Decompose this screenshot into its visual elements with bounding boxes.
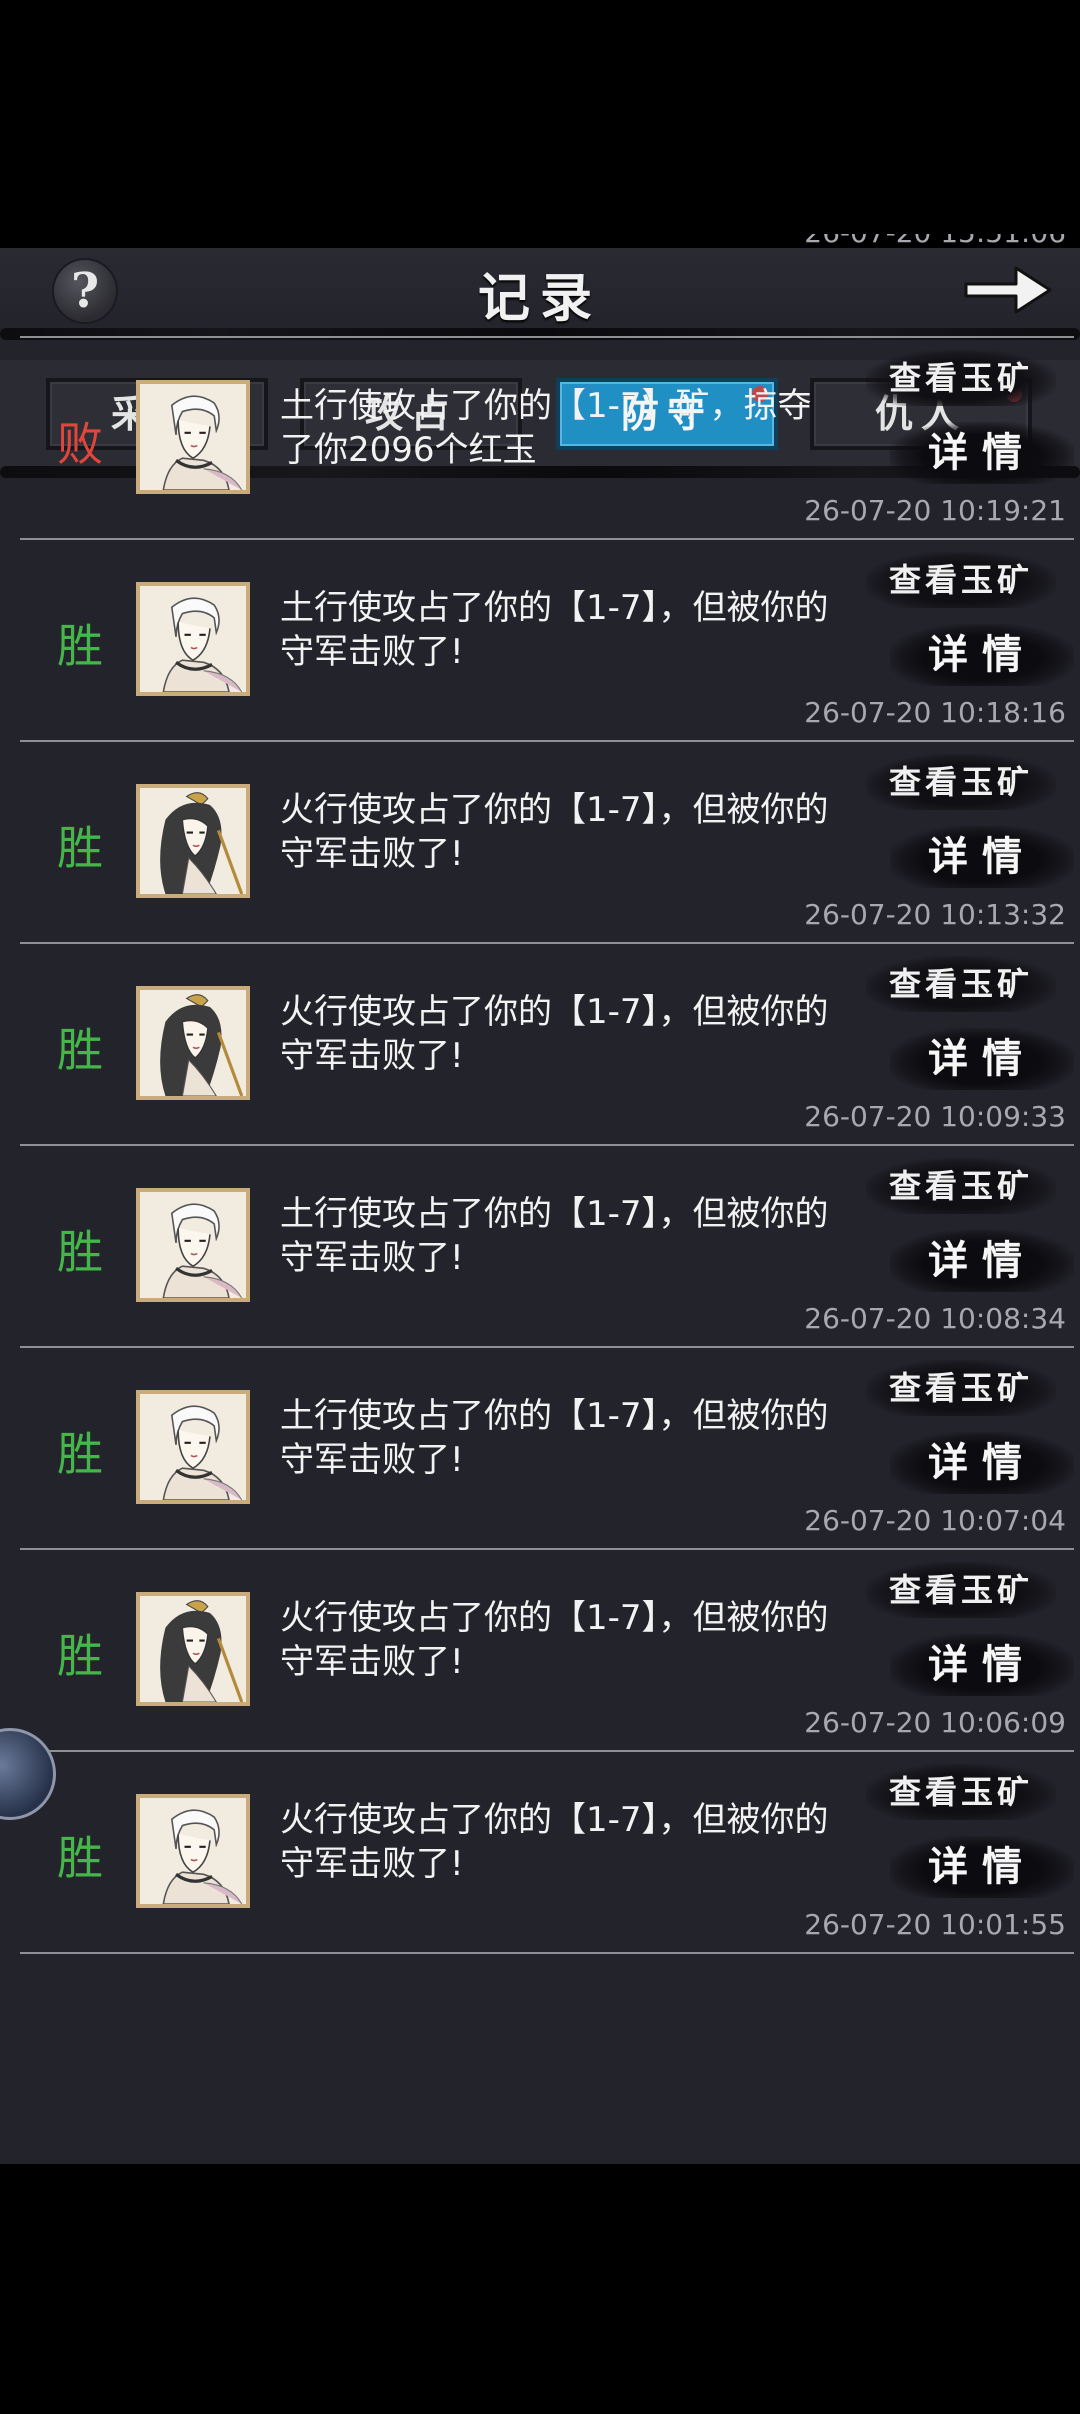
record-time: 26-07-20 10:07:04 [804,1504,1066,1537]
male-warrior-portrait-icon [140,1394,246,1500]
female-warrior-portrait-icon [140,1596,246,1702]
battle-result: 胜 [57,1427,103,1481]
record-message: 土行使攻占了你的【1-7】，但被你的守军击败了! [280,588,829,672]
view-mine-button[interactable]: 查看玉矿 [866,1562,1056,1618]
record-time: 26-07-20 10:18:16 [804,696,1066,729]
details-button[interactable]: 详情 [890,422,1074,484]
male-warrior-portrait-icon [140,1798,246,1904]
record-time: 26-07-20 15:51:06 [804,234,1066,249]
record-time: 26-07-20 10:01:55 [804,1908,1066,1941]
battle-result: 败 [57,417,103,471]
details-button[interactable]: 详情 [890,1432,1074,1494]
details-button[interactable]: 详情 [890,1230,1074,1292]
record-message: 土行使攻占了你的【1-7】，但被你的守军击败了! [280,1194,829,1278]
record-message: 土行使攻占了你的【1-7】矿，掠夺了你2096个红玉 [280,386,812,470]
record-time: 26-07-20 10:06:09 [804,1706,1066,1739]
attacker-avatar[interactable] [136,1592,250,1706]
view-mine-button[interactable]: 查看玉矿 [866,1158,1056,1214]
battle-result: 胜 [57,619,103,673]
details-button[interactable]: 详情 [890,1634,1074,1696]
record-time: 26-07-20 10:09:33 [804,1100,1066,1133]
record-message: 火行使攻占了你的【1-7】，但被你的守军击败了! [280,1598,829,1682]
record-message: 土行使攻占了你的【1-7】，但被你的守军击败了! [280,1396,829,1480]
view-mine-button[interactable]: 查看玉矿 [866,350,1056,406]
male-warrior-portrait-icon [140,1192,246,1298]
male-warrior-portrait-icon [140,586,246,692]
record-row: 胜 火行使攻占了你的【1-7】，但被你的守军击败了! 查看玉矿详情 26-07-20 … [20,944,1074,1144]
battle-result: 胜 [57,1831,103,1885]
male-warrior-portrait-icon [140,384,246,490]
record-time: 26-07-20 10:13:32 [804,898,1066,931]
battle-result: 胜 [57,1629,103,1683]
battle-result: 胜 [57,1225,103,1279]
page-title: 记录 [477,268,602,329]
view-mine-button[interactable]: 查看玉矿 [866,1360,1056,1416]
details-button[interactable]: 详情 [890,1028,1074,1090]
battle-result: 胜 [57,821,103,875]
view-mine-button[interactable]: 查看玉矿 [866,552,1056,608]
record-row: 胜 火行使攻占了你的【1-7】，但被你的守军击败了! 查看玉矿详情 26-07-20 … [20,1550,1074,1750]
partial-list-item: 26-07-20 15:51:06 [20,234,1074,266]
details-button[interactable]: 详情 [890,1836,1074,1898]
record-row: 胜 火行使攻占了你的【1-7】，但被你的守军击败了! 查看玉矿详情 26-07-20 … [20,742,1074,942]
attacker-avatar[interactable] [136,1794,250,1908]
female-warrior-portrait-icon [140,990,246,1096]
attacker-avatar[interactable] [136,582,250,696]
record-row: 胜 土行使攻占了你的【1-7】，但被你的守军击败了! 查看玉矿详情 26-07-20 … [20,540,1074,740]
view-mine-button[interactable]: 查看玉矿 [866,754,1056,810]
record-row: 胜 土行使攻占了你的【1-7】，但被你的守军击败了! 查看玉矿详情 26-07-20 … [20,1146,1074,1346]
female-warrior-portrait-icon [140,788,246,894]
attacker-avatar[interactable] [136,986,250,1100]
attacker-avatar[interactable] [136,1188,250,1302]
record-row: 胜 土行使攻占了你的【1-7】，但被你的守军击败了! 查看玉矿详情 26-07-20 … [20,1348,1074,1548]
record-row: 败 土行使攻占了你的【1-7】矿，掠夺了你2096个红玉 查看玉矿详情 26-07-2… [20,338,1074,538]
attacker-avatar[interactable] [136,784,250,898]
details-button[interactable]: 详情 [890,826,1074,888]
battle-result: 胜 [57,1023,103,1077]
record-row: 胜 火行使攻占了你的【1-7】，但被你的守军击败了! 查看玉矿详情 26-07-20 … [20,1752,1074,1952]
arrow-right-icon[interactable] [960,260,1056,320]
record-time: 26-07-20 10:19:21 [804,494,1066,527]
record-message: 火行使攻占了你的【1-7】，但被你的守军击败了! [280,992,829,1076]
view-mine-button[interactable]: 查看玉矿 [866,956,1056,1012]
attacker-avatar[interactable] [136,380,250,494]
record-message: 火行使攻占了你的【1-7】，但被你的守军击败了! [280,790,829,874]
view-mine-button[interactable]: 查看玉矿 [866,1764,1056,1820]
record-time: 26-07-20 10:08:34 [804,1302,1066,1335]
row-divider [20,1952,1074,1954]
details-button[interactable]: 详情 [890,624,1074,686]
attacker-avatar[interactable] [136,1390,250,1504]
record-message: 火行使攻占了你的【1-7】，但被你的守军击败了! [280,1800,829,1884]
